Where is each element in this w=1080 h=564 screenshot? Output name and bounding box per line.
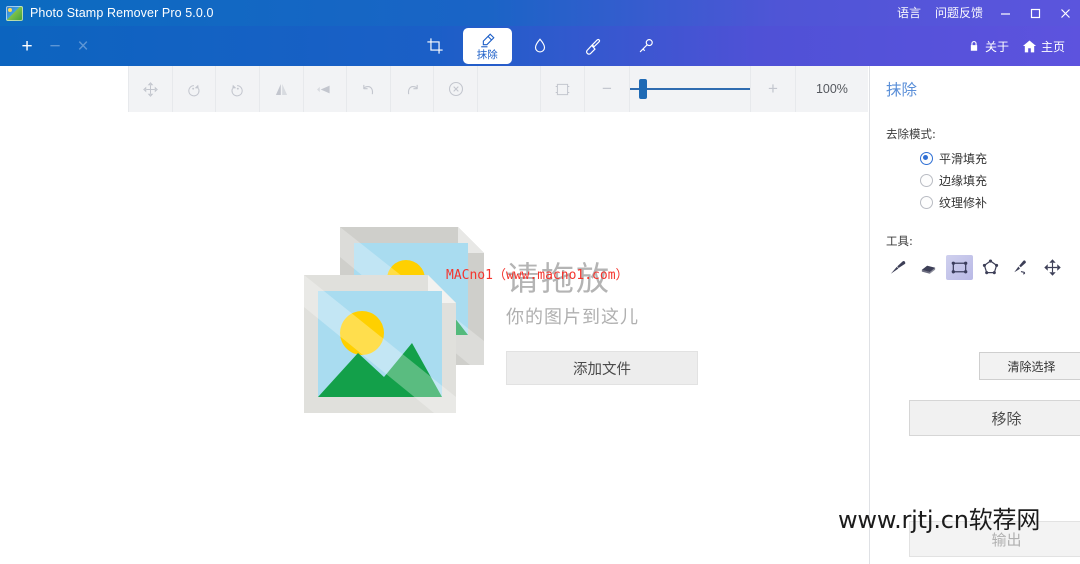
zoom-in-button[interactable]: + <box>749 66 796 112</box>
feedback-menu[interactable]: 问题反馈 <box>928 0 990 26</box>
window-title: Photo Stamp Remover Pro 5.0.0 <box>30 6 214 20</box>
lock-icon <box>970 41 978 51</box>
minimize-button[interactable] <box>990 0 1020 26</box>
tool-rectangle-select-button[interactable] <box>946 255 973 280</box>
tab-erase-label: 抹除 <box>476 48 498 61</box>
panel-title: 抹除 <box>886 81 918 99</box>
image-toolbar: − + 100% <box>128 66 868 113</box>
application-window: Photo Stamp Remover Pro 5.0.0 语言 问题反馈 + … <box>0 0 1080 564</box>
remove-button[interactable]: 移除 <box>909 400 1080 436</box>
tool-polygon-select-button[interactable] <box>977 255 1004 280</box>
move-tool-button[interactable] <box>128 66 173 112</box>
flip-vertical-button[interactable] <box>304 66 348 112</box>
erase-settings-panel: 抹除 去除模式: 平滑填充 边缘填充 纹理修补 工具: 清除选择 移除 输出 <box>869 66 1080 564</box>
tab-clone-wand[interactable] <box>621 28 670 64</box>
tool-move-button[interactable] <box>1039 255 1066 280</box>
mode-option-label: 纹理修补 <box>939 196 988 210</box>
radio-icon[interactable] <box>920 174 933 187</box>
zoom-slider[interactable] <box>629 66 750 112</box>
mode-tabs: 抹除 <box>410 26 670 66</box>
zoom-controls: − + 100% <box>585 66 868 112</box>
about-button[interactable]: 关于 <box>962 35 1014 58</box>
remove-file-button[interactable]: − <box>42 33 68 59</box>
removal-mode-label: 去除模式: <box>886 127 936 141</box>
clear-selection-button[interactable]: 清除选择 <box>979 352 1080 380</box>
title-bar-right-group: 语言 问题反馈 <box>890 0 1080 26</box>
tools-label: 工具: <box>886 234 913 248</box>
tool-eraser-button[interactable] <box>915 255 942 280</box>
mode-option-label: 平滑填充 <box>939 152 988 166</box>
clear-files-button[interactable]: × <box>70 33 96 59</box>
tab-erase[interactable]: 抹除 <box>462 28 512 64</box>
zoom-slider-handle[interactable] <box>638 79 647 99</box>
drop-zone[interactable]: 请拖放 你的图片到这儿 添加文件 <box>128 112 868 564</box>
watermark-site: www.rjtj.cn软荐网 <box>838 506 1041 534</box>
about-label: 关于 <box>984 39 1009 54</box>
home-label: 主页 <box>1040 39 1065 54</box>
tab-brush[interactable] <box>568 28 617 64</box>
canvas-area: 请拖放 你的图片到这儿 添加文件 MACno1（www.macno1.com） <box>128 112 868 564</box>
zoom-slider-track <box>629 88 750 90</box>
radio-icon[interactable] <box>920 196 933 209</box>
tool-buttons-group <box>884 255 1080 280</box>
close-button[interactable] <box>1050 0 1080 26</box>
watermark-macno1: MACno1（www.macno1.com） <box>446 268 629 283</box>
tool-brush-button[interactable] <box>884 255 911 280</box>
file-list-panel[interactable] <box>0 66 129 564</box>
home-icon <box>1022 40 1037 52</box>
mode-option-smooth-fill[interactable]: 平滑填充 <box>920 150 1080 167</box>
rotate-right-button[interactable] <box>216 66 260 112</box>
zoom-level-value: 100% <box>815 82 848 96</box>
flip-horizontal-button[interactable] <box>260 66 304 112</box>
undo-button[interactable] <box>347 66 391 112</box>
cancel-button[interactable] <box>434 66 479 112</box>
fit-to-screen-button[interactable] <box>540 66 585 112</box>
drop-zone-text: 请拖放 你的图片到这儿 添加文件 <box>506 217 698 385</box>
maximize-button[interactable] <box>1020 0 1050 26</box>
stacked-photos-icon <box>298 217 530 423</box>
mode-option-texture-repair[interactable]: 纹理修补 <box>920 194 1080 211</box>
nav-right-group: 关于 主页 <box>962 35 1080 58</box>
mode-option-edge-fill[interactable]: 边缘填充 <box>920 172 1080 189</box>
add-file-cta-button[interactable]: 添加文件 <box>506 351 698 385</box>
main-toolbar: + − × 抹除 关于 主页 <box>0 26 1080 66</box>
home-button[interactable]: 主页 <box>1017 35 1070 58</box>
title-bar: Photo Stamp Remover Pro 5.0.0 语言 问题反馈 <box>0 0 1080 26</box>
drop-zone-subtitle: 你的图片到这儿 <box>506 307 639 328</box>
app-logo-icon <box>6 5 23 21</box>
redo-button[interactable] <box>391 66 435 112</box>
language-menu[interactable]: 语言 <box>890 0 928 26</box>
tab-crop[interactable] <box>410 28 459 64</box>
add-file-button[interactable]: + <box>14 33 40 59</box>
radio-icon[interactable] <box>920 152 933 165</box>
tab-retouch-drop[interactable] <box>516 28 565 64</box>
zoom-out-button[interactable]: − <box>585 66 630 112</box>
mode-option-label: 边缘填充 <box>939 174 988 188</box>
rotate-left-button[interactable] <box>173 66 217 112</box>
tool-lasso-select-button[interactable] <box>1008 255 1035 280</box>
file-actions-group: + − × <box>0 33 96 59</box>
